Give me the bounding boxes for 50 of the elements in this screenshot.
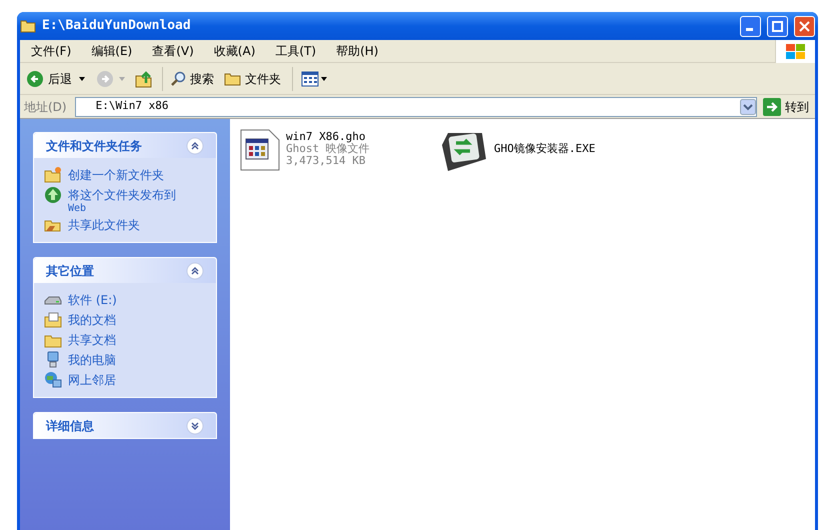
folder-icon — [44, 166, 62, 184]
menu-item[interactable]: 查看(V) — [145, 42, 201, 60]
file-name[interactable]: win7 X86.gho — [286, 131, 370, 143]
document-icon — [240, 129, 280, 171]
task-link[interactable]: 共享文档 — [68, 331, 116, 349]
network-icon — [44, 371, 62, 389]
task-link[interactable]: 创建一个新文件夹 — [68, 166, 164, 184]
address-field[interactable]: E:\Win7 x86 — [74, 96, 757, 116]
back-button[interactable]: 后退 — [24, 70, 74, 88]
dropdown-icon[interactable] — [740, 98, 756, 114]
address-label: 地址(D) — [24, 98, 67, 116]
menu-item[interactable]: 帮助(H) — [329, 42, 386, 60]
menu-item[interactable]: 编辑(E) — [84, 42, 140, 60]
documents-icon — [44, 311, 62, 329]
task-link[interactable]: 软件 (E:) — [68, 291, 117, 309]
file-type: Ghost 映像文件 — [286, 143, 370, 155]
expand-icon[interactable] — [186, 416, 204, 434]
close-icon — [799, 20, 810, 32]
search-button[interactable]: 搜索 — [167, 70, 217, 88]
folder-icon — [20, 19, 36, 33]
collapse-icon[interactable] — [186, 136, 204, 154]
window-title: E:\BaiduYunDownload — [42, 17, 192, 36]
grid-view-icon — [301, 70, 319, 86]
menu-item[interactable]: 工具(T) — [268, 42, 324, 60]
menu-item[interactable]: 收藏(A) — [206, 42, 262, 60]
panel-title: 文件和文件夹任务 — [46, 138, 142, 154]
collapse-icon[interactable] — [186, 262, 204, 280]
address-value: E:\Win7 x86 — [96, 98, 170, 114]
panel-title: 详细信息 — [46, 418, 94, 434]
task-link[interactable]: 将这个文件夹发布到 Web — [68, 186, 176, 214]
go-button[interactable]: 转到 — [761, 98, 811, 116]
folders-button[interactable]: 文件夹 — [221, 70, 284, 88]
caret-icon — [321, 76, 327, 82]
close-button[interactable] — [794, 16, 815, 36]
search-icon — [170, 70, 186, 86]
task-link[interactable]: 网上邻居 — [68, 371, 116, 389]
task-link[interactable]: 我的电脑 — [68, 351, 116, 369]
minimize-icon — [746, 28, 752, 31]
minimize-button[interactable] — [740, 16, 761, 36]
task-link[interactable]: 我的文档 — [68, 311, 116, 329]
menu-item[interactable]: 文件(F) — [24, 42, 78, 60]
up-folder-icon[interactable] — [134, 68, 154, 88]
caret-icon[interactable] — [78, 74, 86, 82]
file-name[interactable]: GHO镜像安装器.EXE — [494, 143, 596, 155]
folder-icon — [224, 71, 241, 86]
task-link[interactable]: 共享此文件夹 — [68, 216, 140, 234]
maximize-button[interactable] — [767, 16, 788, 36]
file-size: 3,473,514 KB — [286, 155, 366, 167]
panel-title: 其它位置 — [46, 262, 94, 280]
maximize-icon — [772, 20, 783, 32]
